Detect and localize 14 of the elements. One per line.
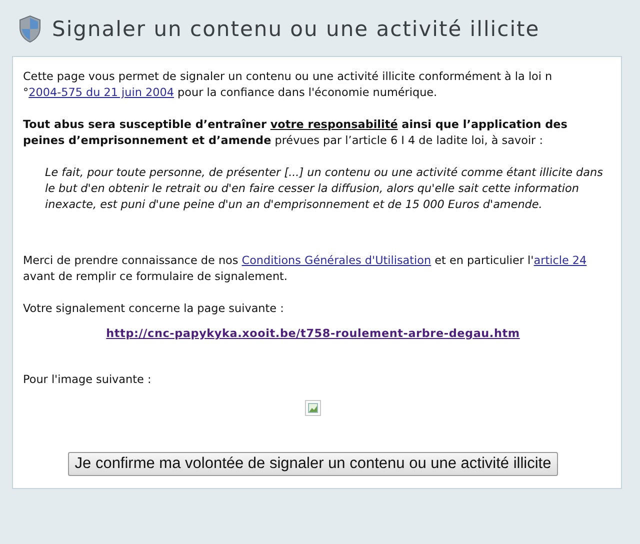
page-url-link[interactable]: http://cnc-papykyka.xooit.be/t758-roulement-arbre-degau.htm xyxy=(106,327,520,340)
terms-paragraph: Merci de prendre connaissance de nos Conditions Générales d'Utilisation et en particulier l'article 24 avant de remplir ce formulaire de signalement. xyxy=(23,253,588,285)
image-label: Pour l'image suivante : xyxy=(23,372,152,388)
confirm-button[interactable]: Je confirme ma volontée de signaler un contenu ou une activité illicite xyxy=(68,452,558,476)
intro-paragraph: Cette page vous permet de signaler un contenu ou une activité illicite conformément à la loi n °2004-575 du 21 juin 2004 pour la confiance dans l'économie numérique. xyxy=(23,69,554,101)
page-label: Votre signalement concerne la page suivante : xyxy=(23,301,285,317)
inline-link[interactable]: 2004-575 du 21 juin 2004 xyxy=(28,86,174,99)
warning-paragraph: Tout abus sera susceptible d’entraîner votre responsabilité ainsi que l’application des peines d’emprisonnement et d’amende prévues par l’article 6 I 4 de ladite loi, à savoir : xyxy=(23,117,568,149)
inline-link[interactable]: article 24 xyxy=(534,254,587,267)
shield-icon xyxy=(18,15,42,43)
inline-link[interactable]: Conditions Générales d'Utilisation xyxy=(242,254,432,267)
page-title: Signaler un contenu ou une activité illicite xyxy=(52,17,540,41)
broken-image-icon xyxy=(305,400,321,416)
law-quote: Le fait, pour toute personne, de présenter [...] un contenu ou une activité comme étant illicite dans le but d'en obtenir le retrait ou d'en faire cesser la diffusion, alors qu'elle sait cette information inexacte, est puni d'une peine d'un an d'emprisonnement et de 15 000 Euros d'amende. xyxy=(45,165,603,213)
